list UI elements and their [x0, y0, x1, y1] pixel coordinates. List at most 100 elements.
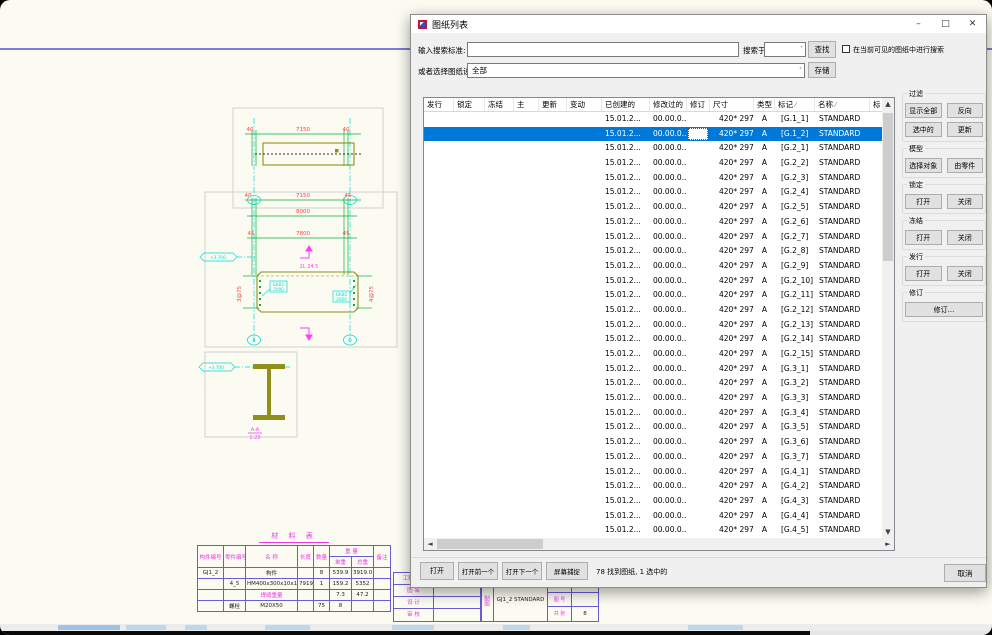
- column-header-7[interactable]: 修改过的: [650, 98, 687, 111]
- table-row[interactable]: 15.01.2...00.00.0...420* 297A[G.2_3]STAN…: [424, 171, 883, 186]
- column-header-9[interactable]: 尺寸: [710, 98, 754, 111]
- table-row[interactable]: 15.01.2...00.00.0...420* 297A[G.3_2]STAN…: [424, 376, 883, 391]
- close-icon[interactable]: ✕: [959, 15, 986, 33]
- svg-text:A-A: A-A: [251, 427, 260, 433]
- side-button[interactable]: 打开: [905, 194, 942, 209]
- table-row[interactable]: 15.01.2...00.00.0...420* 297A[G.2_10]STA…: [424, 274, 883, 289]
- side-button[interactable]: 关闭: [947, 230, 984, 245]
- table-row[interactable]: 15.01.2...00.00.0...420* 297A[G.3_6]STAN…: [424, 435, 883, 450]
- table-row[interactable]: 15.01.2...00.00.0...420* 297A[G.4_5]STAN…: [424, 523, 883, 538]
- side-button[interactable]: 打开: [905, 230, 942, 245]
- open-next-button[interactable]: 打开下一个: [502, 562, 542, 580]
- table-cell: A: [754, 435, 775, 450]
- settings-dropdown[interactable]: 全部˅: [467, 63, 805, 78]
- table-row[interactable]: 15.01.2...00.00.0...420* 297A[G.2_11]STA…: [424, 288, 883, 303]
- table-row[interactable]: 15.01.2...00.00.0...420* 297A[G.3_7]STAN…: [424, 450, 883, 465]
- open-previous-button[interactable]: 打开前一个: [458, 562, 498, 580]
- column-header-12[interactable]: 名称⁄: [815, 98, 870, 111]
- table-row[interactable]: 15.01.2...00.00.0...420* 297A[G.4_1]STAN…: [424, 465, 883, 480]
- group-buttons: 修订...: [905, 302, 983, 317]
- table-row[interactable]: 15.01.2...00.00.0...420* 297A[G.3_4]STAN…: [424, 406, 883, 421]
- table-row[interactable]: 15.01.2...00.00.0...420* 297A[G.1_2]STAN…: [424, 127, 883, 142]
- column-header-4[interactable]: 更新: [539, 98, 567, 111]
- side-button[interactable]: 反向: [947, 103, 984, 118]
- minimize-icon[interactable]: –: [905, 15, 932, 33]
- table-cell: STANDARD: [815, 288, 870, 303]
- table-row[interactable]: 15.01.2...00.00.0...420* 297A[G.2_4]STAN…: [424, 185, 883, 200]
- table-cell: [567, 200, 602, 215]
- column-header-8[interactable]: 修订: [687, 98, 710, 111]
- save-button[interactable]: 存储: [808, 62, 836, 78]
- side-button[interactable]: 由零件: [947, 158, 984, 173]
- search-visible-checkbox[interactable]: [842, 45, 850, 53]
- table-cell: [G.2_6]: [775, 215, 815, 230]
- column-header-3[interactable]: 主: [514, 98, 539, 111]
- column-header-6[interactable]: 已创建的: [602, 98, 650, 111]
- table-row[interactable]: 15.01.2...00.00.0...420* 297A[G.2_6]STAN…: [424, 215, 883, 230]
- column-header-11[interactable]: 标记⁄: [775, 98, 815, 111]
- table-row[interactable]: 15.01.2...00.00.0...420* 297A[G.3_5]STAN…: [424, 420, 883, 435]
- table-row[interactable]: 15.01.2...00.00.0...420* 297A[G.4_4]STAN…: [424, 509, 883, 524]
- table-row[interactable]: 15.01.2...00.00.0...420* 297A[G.3_1]STAN…: [424, 362, 883, 377]
- material-cell: [298, 601, 314, 612]
- table-cell: 420* 297: [710, 391, 754, 406]
- scroll-down-icon[interactable]: ▼: [882, 526, 894, 538]
- revision-editbox[interactable]: [688, 128, 708, 140]
- table-cell: STANDARD: [815, 200, 870, 215]
- column-header-0[interactable]: 发行: [424, 98, 454, 111]
- cad-drawing-area[interactable]: 40 7150 40 40 7150 45 8000 45 7800 45 3@…: [185, 90, 400, 550]
- table-cell: A: [754, 450, 775, 465]
- table-row[interactable]: 15.01.2...00.00.0...420* 297A[G.2_14]STA…: [424, 332, 883, 347]
- side-button[interactable]: 显示全部: [905, 103, 942, 118]
- search-input[interactable]: [467, 42, 739, 57]
- side-button[interactable]: 选中的: [905, 122, 942, 137]
- table-cell: 420* 297: [710, 127, 754, 142]
- table-row[interactable]: 15.01.2...00.00.0...420* 297A[G.2_15]STA…: [424, 347, 883, 362]
- side-button[interactable]: 选择对象: [905, 158, 942, 173]
- table-cell: A: [754, 127, 775, 142]
- table-cell: 15.01.2...: [602, 465, 650, 480]
- table-row[interactable]: 15.01.2...00.00.0...420* 297A[G.2_12]STA…: [424, 303, 883, 318]
- table-row[interactable]: 15.01.2...00.00.0...420* 297A[G.2_1]STAN…: [424, 141, 883, 156]
- table-row[interactable]: 15.01.2...00.00.0...420* 297A[G.2_7]STAN…: [424, 230, 883, 245]
- find-button[interactable]: 查找: [808, 41, 836, 58]
- table-cell: [514, 200, 539, 215]
- table-row[interactable]: 15.01.2...00.00.0...420* 297A[G.4_2]STAN…: [424, 479, 883, 494]
- table-row[interactable]: 15.01.2...00.00.0...420* 297A[G.1_1]STAN…: [424, 112, 883, 127]
- scroll-right-icon[interactable]: ►: [882, 538, 894, 550]
- search-in-dropdown[interactable]: ˅: [764, 42, 806, 57]
- side-button[interactable]: 修订...: [905, 302, 983, 317]
- table-cell: [485, 171, 514, 186]
- horizontal-scrollbar[interactable]: ◄ ►: [424, 538, 894, 550]
- table-row[interactable]: 15.01.2...00.00.0...420* 297A[G.2_5]STAN…: [424, 200, 883, 215]
- horizontal-scroll-thumb[interactable]: [437, 539, 543, 549]
- table-row[interactable]: 15.01.2...00.00.0...420* 297A[G.4_3]STAN…: [424, 494, 883, 509]
- column-header-2[interactable]: 冻结: [485, 98, 514, 111]
- side-button[interactable]: 更新: [947, 122, 984, 137]
- scroll-left-icon[interactable]: ◄: [424, 538, 436, 550]
- column-header-10[interactable]: 类型: [754, 98, 775, 111]
- maximize-icon[interactable]: □: [932, 15, 959, 33]
- dialog-titlebar[interactable]: 图纸列表 – □ ✕: [411, 15, 986, 33]
- column-header-5[interactable]: 变动: [567, 98, 602, 111]
- side-button[interactable]: 打开: [905, 266, 942, 281]
- table-cell: [687, 332, 710, 347]
- table-row[interactable]: 15.01.2...00.00.0...420* 297A[G.2_2]STAN…: [424, 156, 883, 171]
- table-cell: [687, 450, 710, 465]
- table-row[interactable]: 15.01.2...00.00.0...420* 297A[G.3_3]STAN…: [424, 391, 883, 406]
- vertical-scroll-thumb[interactable]: [883, 113, 893, 261]
- scroll-up-icon[interactable]: ▲: [882, 98, 894, 110]
- cancel-button[interactable]: 取消: [944, 564, 986, 582]
- column-header-1[interactable]: 锁定: [454, 98, 485, 111]
- material-cell: [198, 601, 224, 612]
- side-button[interactable]: 关闭: [947, 266, 984, 281]
- table-row[interactable]: 15.01.2...00.00.0...420* 297A[G.2_9]STAN…: [424, 259, 883, 274]
- vertical-scrollbar[interactable]: ▲ ▼: [882, 98, 894, 538]
- table-row[interactable]: 15.01.2...00.00.0...420* 297A[G.2_13]STA…: [424, 318, 883, 333]
- snapshot-button[interactable]: 屏幕捕捉: [546, 562, 588, 580]
- material-cell: [224, 590, 246, 601]
- open-button[interactable]: 打开: [420, 562, 454, 580]
- title-block-row: 审 核: [394, 609, 480, 621]
- side-button[interactable]: 关闭: [947, 194, 984, 209]
- table-row[interactable]: 15.01.2...00.00.0...420* 297A[G.2_8]STAN…: [424, 244, 883, 259]
